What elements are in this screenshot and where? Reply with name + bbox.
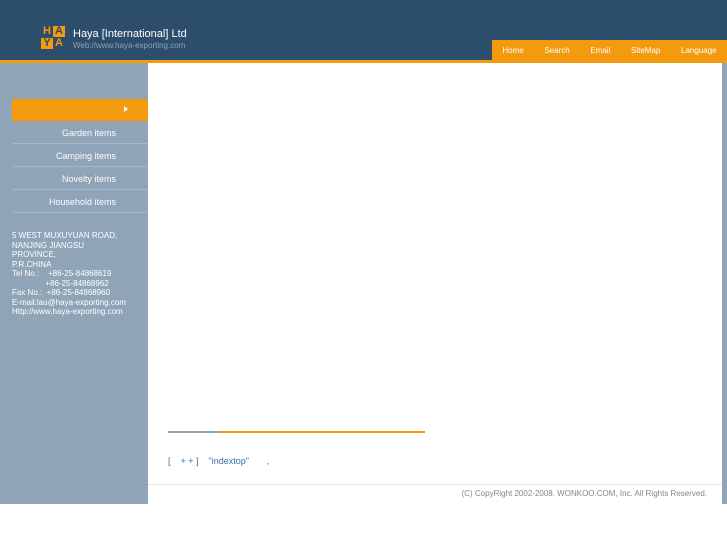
logo: H A Y A <box>41 26 65 49</box>
sidebar-item-active[interactable] <box>12 99 148 121</box>
nav-home[interactable]: Home <box>502 46 523 55</box>
script-text: [ + + ] "indextop" , <box>168 456 269 466</box>
nav-search[interactable]: Search <box>544 46 569 55</box>
address-line: 5 WEST MUXUYUAN ROAD, <box>12 231 118 240</box>
sidebar-item-garden[interactable]: Garden items <box>12 122 148 144</box>
address-line: P.R.CHINA <box>12 259 52 269</box>
address-line: NANJING JIANGSU <box>12 240 85 250</box>
top-nav: Home Search Email SiteMap Language <box>492 40 727 60</box>
nav-sitemap[interactable]: SiteMap <box>631 46 660 55</box>
sidebar: Garden items Camping items Novelty items… <box>0 63 148 504</box>
logo-letter: Y <box>41 38 53 49</box>
nav-language[interactable]: Language <box>681 46 717 55</box>
divider-bar-orange <box>219 431 425 433</box>
sidebar-item-camping[interactable]: Camping items <box>12 145 148 167</box>
sidebar-item-household[interactable]: Household items <box>12 191 148 213</box>
website-line: Http://www.haya-exporting.com <box>12 307 123 316</box>
fax-line: Fax No.: +86-25-84868960 <box>12 288 111 297</box>
footer-divider <box>148 484 722 485</box>
header: H A Y A Haya [International] Ltd Web://w… <box>0 0 727 60</box>
company-website: Web://www.haya-exporting.com <box>73 41 186 50</box>
sidebar-item-novelty[interactable]: Novelty items <box>12 168 148 190</box>
copyright-text: (C) CopyRight 2002-2008. WONKOO.COM, Inc… <box>461 489 707 498</box>
caret-right-icon <box>124 106 128 112</box>
company-name: Haya [International] Ltd <box>73 28 187 40</box>
tel-line: Tel No.: +86-25-84868619 <box>12 269 112 278</box>
address-line: PROVINCE, <box>12 250 57 259</box>
right-border <box>722 63 727 504</box>
email-line: E-mail:lau@haya-exporting.com <box>12 297 126 307</box>
tel-line: +86-25-84868962 <box>12 278 109 288</box>
logo-letter: H <box>41 26 53 37</box>
logo-letter: A <box>53 26 65 37</box>
divider-bar-blue <box>168 431 219 433</box>
logo-letter: A <box>53 38 65 49</box>
nav-email[interactable]: Email <box>590 46 610 55</box>
contact-address: 5 WEST MUXUYUAN ROAD, NANJING JIANGSU PR… <box>12 231 126 317</box>
